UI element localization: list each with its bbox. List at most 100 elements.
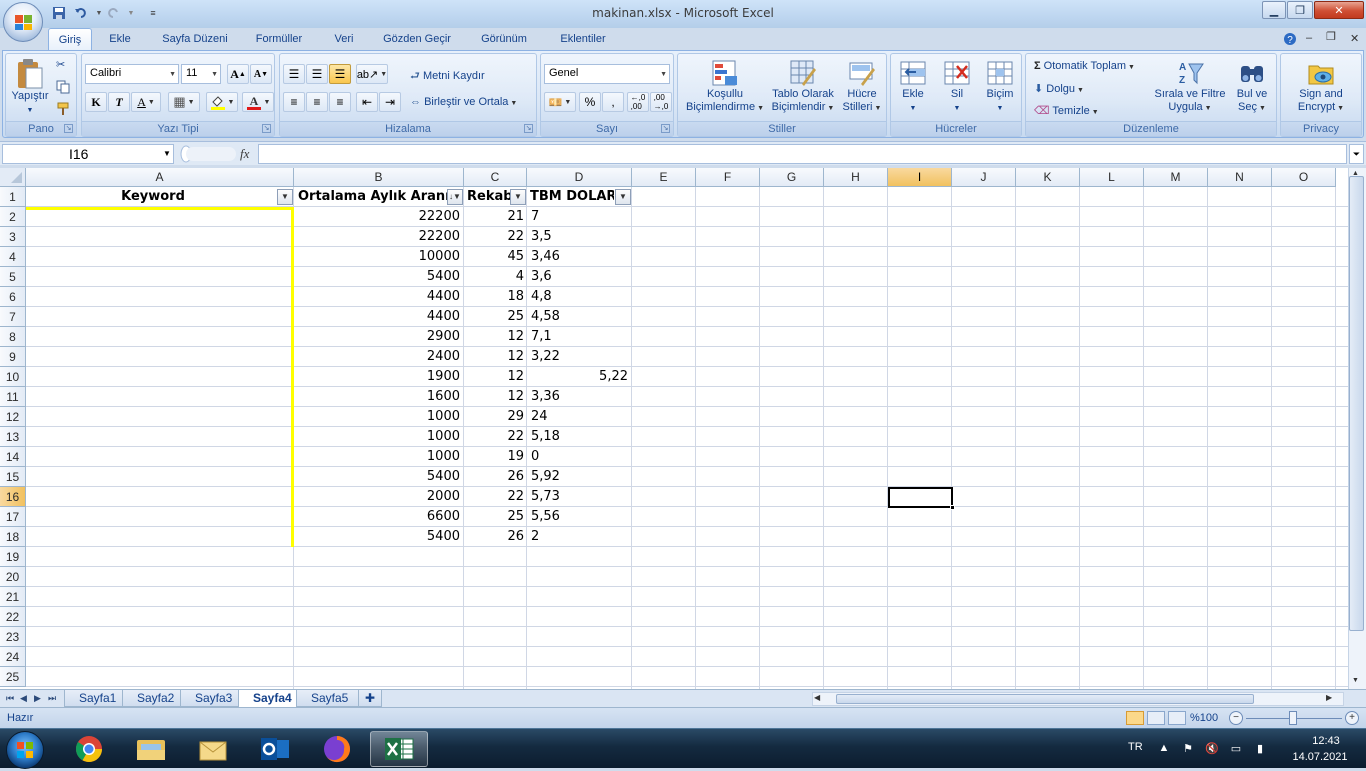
- row-header-22[interactable]: 22: [0, 607, 26, 627]
- tab-ekle[interactable]: Ekle: [100, 28, 140, 50]
- column-header-a[interactable]: A: [26, 168, 294, 187]
- find-select-button[interactable]: Bul ve Seç ▼: [1230, 58, 1274, 115]
- cell-c7[interactable]: 25: [466, 307, 526, 327]
- pano-launcher-icon[interactable]: ↘: [64, 124, 73, 133]
- row-header-12[interactable]: 12: [0, 407, 26, 427]
- cell-c6[interactable]: 18: [466, 287, 526, 307]
- row-header-6[interactable]: 6: [0, 287, 26, 307]
- prev-sheet-icon[interactable]: ◀: [20, 693, 27, 704]
- ribbon-restore-icon[interactable]: ❐: [1326, 30, 1336, 43]
- wrap-text-button[interactable]: ⮐ Metni Kaydır: [410, 67, 485, 86]
- cell-b15[interactable]: 5400: [296, 467, 462, 487]
- fill-color-button[interactable]: ▼: [206, 92, 238, 112]
- cell-d2[interactable]: 7: [529, 207, 631, 227]
- paste-button[interactable]: Yapıştır ▼: [9, 58, 51, 117]
- cell-b14[interactable]: 1000: [296, 447, 462, 467]
- row-header-3[interactable]: 3: [0, 227, 26, 247]
- tab-gorunum[interactable]: Görünüm: [472, 28, 536, 50]
- cell-b13[interactable]: 1000: [296, 427, 462, 447]
- cell-b17[interactable]: 6600: [296, 507, 462, 527]
- cell-d14[interactable]: 0: [529, 447, 631, 467]
- cell-c9[interactable]: 12: [466, 347, 526, 367]
- font-launcher-icon[interactable]: ↘: [262, 124, 271, 133]
- scroll-right-icon[interactable]: ▶: [1326, 693, 1332, 702]
- cell-b16[interactable]: 2000: [296, 487, 462, 507]
- zoom-slider-thumb[interactable]: [1289, 711, 1297, 725]
- cell-b6[interactable]: 4400: [296, 287, 462, 307]
- cell-c10[interactable]: 12: [466, 367, 526, 387]
- row-header-20[interactable]: 20: [0, 567, 26, 587]
- ribbon-minimize-icon[interactable]: –: [1306, 32, 1312, 44]
- tab-eklentiler[interactable]: Eklentiler: [550, 28, 616, 50]
- align-middle-button[interactable]: ☰: [306, 64, 328, 84]
- cell-b12[interactable]: 1000: [296, 407, 462, 427]
- column-header-m[interactable]: M: [1144, 168, 1208, 187]
- delete-cells-button[interactable]: Sil ▼: [937, 58, 977, 115]
- sheet-tab-sayfa5[interactable]: Sayfa5: [296, 690, 364, 707]
- language-indicator[interactable]: TR: [1128, 741, 1143, 753]
- formula-input[interactable]: [258, 144, 1347, 164]
- increase-indent-button[interactable]: ⇥: [379, 92, 401, 112]
- sign-encrypt-button[interactable]: Sign and Encrypt ▼: [1283, 58, 1359, 115]
- cell-d13[interactable]: 5,18: [529, 427, 631, 447]
- cell-c2[interactable]: 21: [466, 207, 526, 227]
- alignment-launcher-icon[interactable]: ↘: [524, 124, 533, 133]
- font-name-combo[interactable]: Calibri ▼: [85, 64, 179, 84]
- orientation-button[interactable]: ab↗ ▼: [356, 64, 388, 84]
- column-header-e[interactable]: E: [632, 168, 696, 187]
- clear-button[interactable]: ⌫ Temizle ▼: [1034, 104, 1099, 117]
- cell-d11[interactable]: 3,36: [529, 387, 631, 407]
- cell-b9[interactable]: 2400: [296, 347, 462, 367]
- row-header-21[interactable]: 21: [0, 587, 26, 607]
- cell-c11[interactable]: 12: [466, 387, 526, 407]
- align-center-button[interactable]: ≡: [306, 92, 328, 112]
- cell-c5[interactable]: 4: [466, 267, 526, 287]
- vertical-scroll-thumb[interactable]: [1349, 176, 1364, 631]
- cell-b18[interactable]: 5400: [296, 527, 462, 547]
- column-header-d[interactable]: D: [527, 168, 632, 187]
- number-launcher-icon[interactable]: ↘: [661, 124, 670, 133]
- cell-c4[interactable]: 45: [466, 247, 526, 267]
- column-header-n[interactable]: N: [1208, 168, 1272, 187]
- format-painter-icon[interactable]: [56, 102, 70, 119]
- worksheet-grid[interactable]: ABCDEFGHIJKLMNO 1 2 3 4 5 6 7 8 9 10 11 12 13 14 15 16 1…: [0, 168, 1366, 689]
- filter-ortalama-button[interactable]: ↓▼: [447, 189, 463, 205]
- cell-d12[interactable]: 24: [529, 407, 631, 427]
- fill-handle[interactable]: [950, 505, 955, 510]
- grow-font-button[interactable]: A ▲: [227, 64, 249, 84]
- insert-function-icon[interactable]: fx: [240, 146, 249, 162]
- cell-c13[interactable]: 22: [466, 427, 526, 447]
- column-header-h[interactable]: H: [824, 168, 888, 187]
- page-break-view-icon[interactable]: [1168, 711, 1186, 725]
- row-header-10[interactable]: 10: [0, 367, 26, 387]
- cell-c18[interactable]: 26: [466, 527, 526, 547]
- select-all-corner[interactable]: [0, 168, 26, 187]
- cell-b11[interactable]: 1600: [296, 387, 462, 407]
- taskbar-firefox[interactable]: [308, 731, 366, 767]
- format-cells-button[interactable]: Biçim ▼: [979, 58, 1021, 115]
- row-header-8[interactable]: 8: [0, 327, 26, 347]
- align-bottom-button[interactable]: ☰: [329, 64, 351, 84]
- scroll-left-icon[interactable]: ◀: [814, 693, 820, 702]
- cell-d7[interactable]: 4,58: [529, 307, 631, 327]
- tab-gozden-gecir[interactable]: Gözden Geçir: [372, 28, 462, 50]
- fill-button[interactable]: ⬇ Dolgu ▼: [1034, 82, 1084, 95]
- cell-c17[interactable]: 25: [466, 507, 526, 527]
- column-header-i[interactable]: I: [888, 168, 952, 187]
- show-hidden-icons-icon[interactable]: ▲: [1157, 742, 1171, 756]
- tab-veri[interactable]: Veri: [324, 28, 364, 50]
- font-color-button[interactable]: A ▼: [242, 92, 274, 112]
- first-sheet-icon[interactable]: ⏮: [6, 693, 14, 704]
- maximize-button[interactable]: ❐: [1287, 1, 1313, 19]
- row-header-18[interactable]: 18: [0, 527, 26, 547]
- tab-sayfa-duzeni[interactable]: Sayfa Düzeni: [150, 28, 240, 50]
- cell-c16[interactable]: 22: [466, 487, 526, 507]
- power-icon[interactable]: ▮: [1253, 742, 1267, 756]
- column-header-l[interactable]: L: [1080, 168, 1144, 187]
- cell-c15[interactable]: 26: [466, 467, 526, 487]
- cell-d15[interactable]: 5,92: [529, 467, 631, 487]
- conditional-formatting-button[interactable]: Koşullu Biçimlendirme ▼: [680, 58, 770, 115]
- network-icon[interactable]: ▭: [1229, 742, 1243, 756]
- taskbar-outlook[interactable]: [246, 731, 304, 767]
- cell-d8[interactable]: 7,1: [529, 327, 631, 347]
